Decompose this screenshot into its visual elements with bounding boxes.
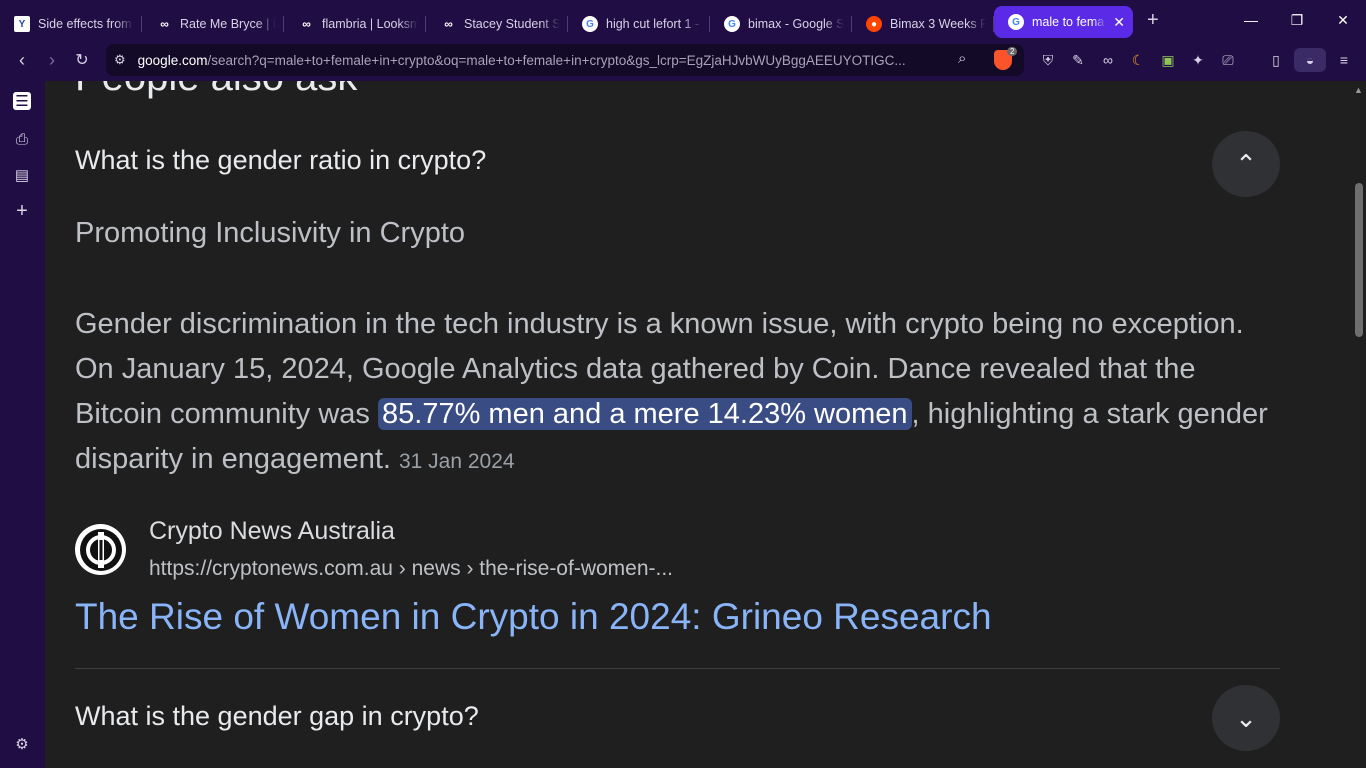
answer-text: Gender discrimination in the tech indust… [75, 302, 1290, 484]
y-logo-icon: Y [14, 16, 30, 32]
reader-icon[interactable]: ⎚ [1216, 48, 1240, 72]
tab-1[interactable]: Y Side effects from I [0, 8, 142, 40]
add-panel-icon[interactable]: + [11, 200, 33, 222]
answer-highlight: 85.77% men and a mere 14.23% women [378, 398, 912, 430]
url-text[interactable]: google.com/search?q=male+to+female+in+cr… [138, 53, 938, 68]
divider [75, 668, 1280, 669]
back-button[interactable]: ‹ [7, 45, 37, 75]
toolbar: ‹ › ↻ ⚙ google.com/search?q=male+to+fema… [0, 40, 1366, 81]
bookmarks-icon[interactable]: ⎙ [11, 128, 33, 150]
tab-3[interactable]: ∞ flambria | Looksm [284, 8, 426, 40]
close-window-icon[interactable]: ✕ [1320, 0, 1366, 40]
eyedropper-icon[interactable]: ✎ [1066, 48, 1090, 72]
new-tab-button[interactable]: + [1147, 9, 1159, 32]
window-controls: — ❐ ✕ [1228, 0, 1366, 40]
settings-gear-icon[interactable]: ⚙ [11, 733, 33, 755]
google-icon: G [582, 16, 598, 32]
address-bar[interactable]: ⚙ google.com/search?q=male+to+female+in+… [106, 44, 1024, 76]
looksmax-icon: ∞ [160, 17, 169, 31]
tab-title: Bimax 3 Weeks Po [890, 17, 986, 31]
answer-date: 31 Jan 2024 [398, 450, 515, 473]
shields-badge: 2 [1007, 47, 1018, 56]
looksmax-icon: ∞ [444, 17, 453, 31]
page-scrollbar[interactable]: ▲ [1351, 81, 1366, 768]
menu-icon[interactable]: ≡ [1332, 48, 1356, 72]
close-tab-icon[interactable]: ✕ [1113, 14, 1125, 31]
looksmax-extension-icon[interactable]: ∞ [1096, 48, 1120, 72]
source-name[interactable]: Crypto News Australia [149, 517, 395, 546]
google-icon: G [1008, 14, 1024, 30]
minimize-icon[interactable]: — [1228, 0, 1274, 40]
tab-7[interactable]: ● Bimax 3 Weeks Po [852, 8, 994, 40]
tab-title: high cut lefort 1 - [606, 17, 700, 31]
ublock-icon[interactable]: ⛨ [1036, 48, 1060, 72]
source-logo-icon[interactable] [75, 524, 126, 575]
scroll-up-icon[interactable]: ▲ [1354, 85, 1363, 95]
forward-button[interactable]: › [37, 45, 67, 75]
dark-reader-icon[interactable]: ☾ [1126, 48, 1150, 72]
chevron-up-icon[interactable]: ⌃ [1212, 131, 1280, 197]
glasses-extension-icon[interactable]: ▣ [1156, 48, 1180, 72]
tab-2[interactable]: ∞ Rate Me Bryce | Lo [142, 8, 284, 40]
answer-heading: Promoting Inclusivity in Crypto [75, 217, 466, 249]
history-icon[interactable]: ▤ [11, 164, 33, 186]
tab-title: Side effects from I [38, 17, 134, 31]
reddit-icon: ● [866, 16, 882, 32]
source-url[interactable]: https://cryptonews.com.au › news › the-r… [149, 557, 673, 581]
tab-title: bimax - Google Se [748, 17, 844, 31]
chevron-down-icon[interactable]: ⌄ [1212, 685, 1280, 751]
zoom-icon[interactable]: ⌕ [958, 50, 966, 67]
tab-active[interactable]: G male to fema ✕ [994, 6, 1133, 38]
tab-strip: Y Side effects from I ∞ Rate Me Bryce | … [0, 0, 1366, 40]
reading-list-icon[interactable]: ☰ [13, 92, 31, 110]
tab-6[interactable]: G bimax - Google Se [710, 8, 852, 40]
google-icon: G [724, 16, 740, 32]
profile-icon[interactable]: ◒ [1294, 48, 1326, 72]
extensions-icon[interactable]: ✦ [1186, 48, 1210, 72]
sidebar-toggle-icon[interactable]: ▯ [1264, 48, 1288, 72]
question-1[interactable]: What is the gender ratio in crypto? [75, 145, 486, 176]
browser-sidebar: ☰ ⎙ ▤ + ⚙ [0, 81, 45, 768]
result-title-link[interactable]: The Rise of Women in Crypto in 2024: Gri… [75, 596, 992, 638]
tab-4[interactable]: ∞ Stacey Student Su [426, 8, 568, 40]
people-also-ask-heading: People also ask [75, 81, 357, 100]
site-info-icon[interactable]: ⚙ [114, 52, 126, 68]
question-2[interactable]: What is the gender gap in crypto? [75, 701, 479, 732]
scrollbar-thumb[interactable] [1355, 183, 1363, 337]
tab-title: Stacey Student Su [464, 17, 560, 31]
search-results: People also ask What is the gender ratio… [45, 81, 1351, 768]
tab-title: flambria | Looksm [322, 17, 418, 31]
tab-title: Rate Me Bryce | Lo [180, 17, 276, 31]
restore-icon[interactable]: ❐ [1274, 0, 1320, 40]
tab-title: male to fema [1032, 15, 1105, 29]
looksmax-icon: ∞ [302, 17, 311, 31]
reload-button[interactable]: ↻ [67, 45, 97, 75]
tab-5[interactable]: G high cut lefort 1 - [568, 8, 710, 40]
